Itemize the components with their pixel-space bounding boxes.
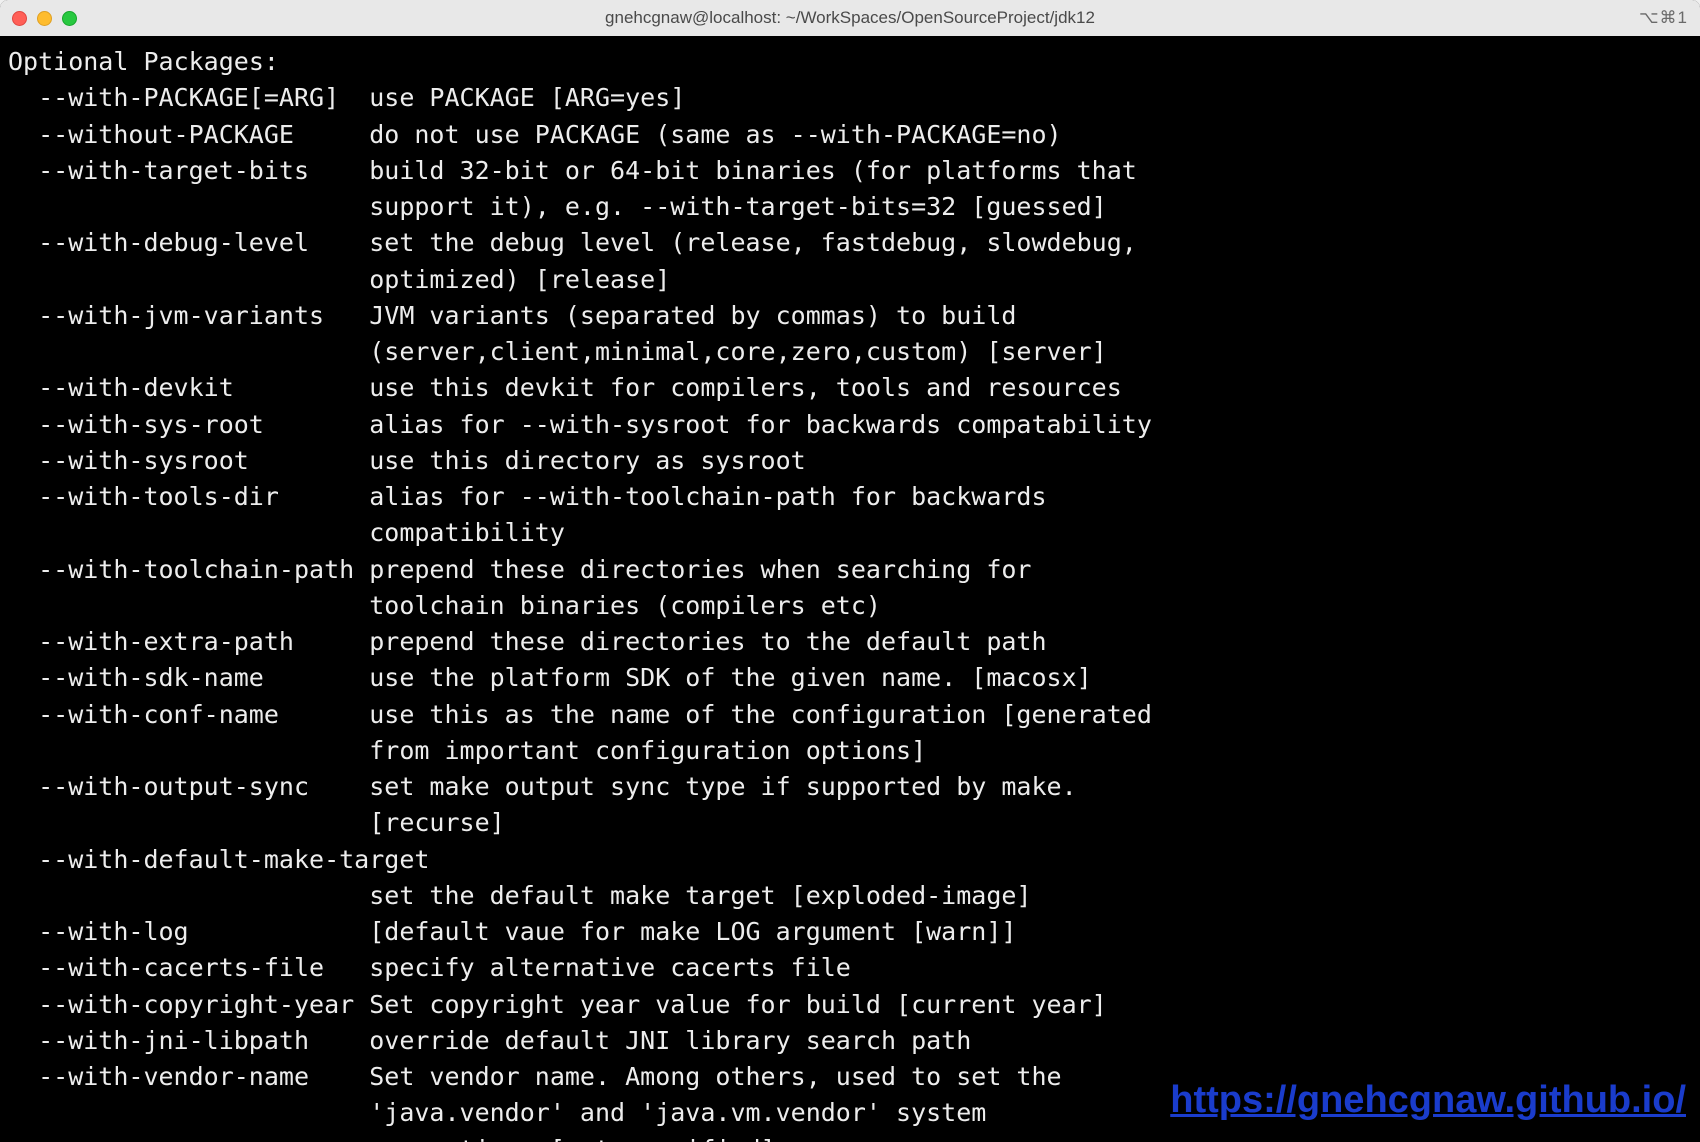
option-description: Set copyright year value for build [curr…: [369, 987, 1692, 1023]
option-flag: --with-conf-name: [8, 697, 369, 733]
terminal-line: optimized) [release]: [8, 262, 1692, 298]
option-flag: --with-default-make-target: [8, 842, 429, 878]
titlebar: gnehcgnaw@localhost: ~/WorkSpaces/OpenSo…: [0, 0, 1700, 36]
shortcut-hint: ⌥⌘1: [1639, 8, 1688, 28]
section-heading: Optional Packages:: [8, 44, 1692, 80]
terminal-line: --with-copyright-yearSet copyright year …: [8, 987, 1692, 1023]
option-flag: --with-sysroot: [8, 443, 369, 479]
terminal-line: --with-output-syncset make output sync t…: [8, 769, 1692, 805]
option-description: use this directory as sysroot: [369, 443, 1692, 479]
terminal-line: --with-devkituse this devkit for compile…: [8, 370, 1692, 406]
terminal-line: --without-PACKAGEdo not use PACKAGE (sam…: [8, 117, 1692, 153]
option-flag: --with-copyright-year: [8, 987, 369, 1023]
option-flag: --without-PACKAGE: [8, 117, 369, 153]
option-flag: --with-extra-path: [8, 624, 369, 660]
terminal-line: --with-sdk-nameuse the platform SDK of t…: [8, 660, 1692, 696]
terminal-line: --with-log[default vaue for make LOG arg…: [8, 914, 1692, 950]
option-flag: --with-debug-level: [8, 225, 369, 261]
traffic-lights: [12, 11, 77, 26]
option-flag: --with-cacerts-file: [8, 950, 369, 986]
option-description-continuation: set the default make target [exploded-im…: [8, 878, 1031, 914]
terminal-line: compatibility: [8, 515, 1692, 551]
terminal-line: --with-sys-rootalias for --with-sysroot …: [8, 407, 1692, 443]
option-description: override default JNI library search path: [369, 1023, 1692, 1059]
option-description: [default vaue for make LOG argument [war…: [369, 914, 1692, 950]
terminal-line: --with-debug-levelset the debug level (r…: [8, 225, 1692, 261]
terminal-line: support it), e.g. --with-target-bits=32 …: [8, 189, 1692, 225]
option-flag: --with-output-sync: [8, 769, 369, 805]
option-description: alias for --with-sysroot for backwards c…: [369, 407, 1692, 443]
terminal-line: --with-tools-diralias for --with-toolcha…: [8, 479, 1692, 515]
option-flag: --with-target-bits: [8, 153, 369, 189]
option-description: build 32-bit or 64-bit binaries (for pla…: [369, 153, 1692, 189]
terminal-line: --with-default-make-target: [8, 842, 1692, 878]
terminal-line: --with-cacerts-filespecify alternative c…: [8, 950, 1692, 986]
option-description: set the debug level (release, fastdebug,…: [369, 225, 1692, 261]
option-description-continuation: 'java.vendor' and 'java.vm.vendor' syste…: [8, 1095, 986, 1131]
option-flag: --with-PACKAGE[=ARG]: [8, 80, 369, 116]
terminal-line: --with-target-bitsbuild 32-bit or 64-bit…: [8, 153, 1692, 189]
watermark-link[interactable]: https://gnehcgnaw.github.io/: [1170, 1079, 1686, 1122]
option-flag: --with-vendor-name: [8, 1059, 369, 1095]
option-description-continuation: (server,client,minimal,core,zero,custom)…: [8, 334, 1107, 370]
terminal-line: --with-sysrootuse this directory as sysr…: [8, 443, 1692, 479]
option-description: alias for --with-toolchain-path for back…: [369, 479, 1692, 515]
option-description: use PACKAGE [ARG=yes]: [369, 80, 1692, 116]
maximize-icon[interactable]: [62, 11, 77, 26]
option-description: use this devkit for compilers, tools and…: [369, 370, 1692, 406]
option-description: use the platform SDK of the given name. …: [369, 660, 1692, 696]
terminal-line: --with-toolchain-pathprepend these direc…: [8, 552, 1692, 588]
terminal-line: set the default make target [exploded-im…: [8, 878, 1692, 914]
option-description: prepend these directories when searching…: [369, 552, 1692, 588]
option-description: use this as the name of the configuratio…: [369, 697, 1692, 733]
terminal-line: --with-jni-libpathoverride default JNI l…: [8, 1023, 1692, 1059]
option-description-continuation: support it), e.g. --with-target-bits=32 …: [8, 189, 1107, 225]
terminal-window: gnehcgnaw@localhost: ~/WorkSpaces/OpenSo…: [0, 0, 1700, 1142]
terminal-line: --with-extra-pathprepend these directori…: [8, 624, 1692, 660]
terminal-line: properties. [not specified]: [8, 1132, 1692, 1142]
terminal-line: from important configuration options]: [8, 733, 1692, 769]
option-flag: --with-jvm-variants: [8, 298, 369, 334]
terminal-line: toolchain binaries (compilers etc): [8, 588, 1692, 624]
option-description-continuation: toolchain binaries (compilers etc): [8, 588, 881, 624]
option-description: do not use PACKAGE (same as --with-PACKA…: [369, 117, 1692, 153]
option-description-continuation: [recurse]: [8, 805, 505, 841]
option-description: specify alternative cacerts file: [369, 950, 1692, 986]
option-flag: --with-devkit: [8, 370, 369, 406]
window-title: gnehcgnaw@localhost: ~/WorkSpaces/OpenSo…: [605, 8, 1095, 28]
terminal-line: [recurse]: [8, 805, 1692, 841]
option-flag: --with-jni-libpath: [8, 1023, 369, 1059]
option-description-continuation: from important configuration options]: [8, 733, 926, 769]
terminal-line: --with-jvm-variantsJVM variants (separat…: [8, 298, 1692, 334]
terminal-line: --with-conf-nameuse this as the name of …: [8, 697, 1692, 733]
option-flag: --with-tools-dir: [8, 479, 369, 515]
option-flag: --with-log: [8, 914, 369, 950]
option-flag: --with-toolchain-path: [8, 552, 369, 588]
option-flag: --with-sys-root: [8, 407, 369, 443]
option-description: JVM variants (separated by commas) to bu…: [369, 298, 1692, 334]
minimize-icon[interactable]: [37, 11, 52, 26]
terminal-output[interactable]: Optional Packages:--with-PACKAGE[=ARG]us…: [0, 36, 1700, 1142]
terminal-line: --with-PACKAGE[=ARG]use PACKAGE [ARG=yes…: [8, 80, 1692, 116]
terminal-line: (server,client,minimal,core,zero,custom)…: [8, 334, 1692, 370]
option-description-continuation: properties. [not specified]: [8, 1132, 776, 1142]
option-description: set make output sync type if supported b…: [369, 769, 1692, 805]
option-description: prepend these directories to the default…: [369, 624, 1692, 660]
close-icon[interactable]: [12, 11, 27, 26]
option-description-continuation: compatibility: [8, 515, 565, 551]
option-description-continuation: optimized) [release]: [8, 262, 670, 298]
option-flag: --with-sdk-name: [8, 660, 369, 696]
